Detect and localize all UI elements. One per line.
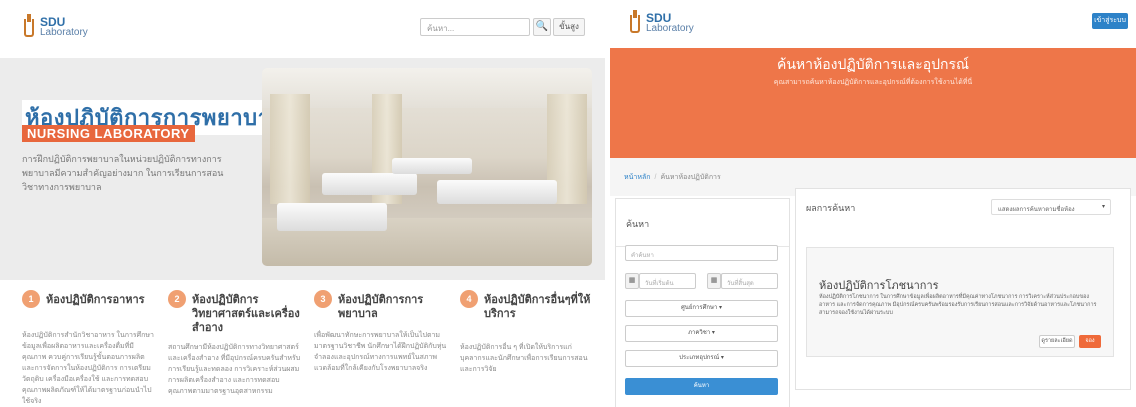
result-card[interactable]: ห้องปฏิบัติการโภชนาการ ห้องปฏิบัติการโภช…	[806, 247, 1114, 357]
search-panel-title: ค้นหา	[626, 219, 650, 229]
flask-icon	[22, 14, 36, 38]
site-header: SDU Laboratory ค้นหา... 🔍 ขั้นสูง	[0, 0, 605, 52]
sort-select[interactable]: แสดงผลการค้นหาตามชื่อห้อง ▾	[991, 199, 1111, 215]
feature-description: เพื่อพัฒนาทักษะการพยาบาลให้เป็นไปตามมาตร…	[314, 332, 447, 372]
feature-description: สถานศึกษามีห้องปฏิบัติการทางวิทยาศาสตร์แ…	[168, 344, 301, 395]
start-date-input[interactable]: วันที่เริ่มต้น	[639, 273, 696, 289]
feature-description: ห้องปฏิบัติการอื่น ๆ ที่เปิดให้บริการแก่…	[460, 344, 588, 373]
feature-number: 4	[460, 290, 478, 308]
feature-number: 1	[22, 290, 40, 308]
breadcrumb-current: ค้นหาห้องปฏิบัติการ	[660, 174, 721, 181]
hero-description: การฝึกปฏิบัติการพยาบาลในหน่วยปฏิบัติการท…	[22, 154, 224, 192]
sort-select-value: แสดงผลการค้นหาตามชื่อห้อง	[998, 207, 1075, 213]
search-button[interactable]: 🔍	[533, 18, 551, 36]
calendar-icon[interactable]: ▦	[625, 273, 639, 289]
home-page-panel: SDU Laboratory ค้นหา... 🔍 ขั้นสูง ห้องปฏ…	[0, 0, 605, 407]
result-card-description: ห้องปฏิบัติการโภชนาการ ในการศึกษาข้อมูลเ…	[819, 294, 1097, 316]
logo-subtitle: Laboratory	[40, 27, 88, 38]
breadcrumb: หน้าหลัก / ค้นหาห้องปฏิบัติการ	[624, 174, 721, 181]
education-center-dropdown[interactable]: ศูนย์การศึกษา ▾	[625, 300, 778, 317]
nursing-lab-photo	[262, 68, 592, 266]
keyword-input[interactable]: คำค้นหา	[625, 245, 778, 261]
banner-subtitle: คุณสามารถค้นหาห้องปฏิบัติการและอุปกรณ์ที…	[773, 79, 973, 86]
book-button[interactable]: จอง	[1079, 335, 1101, 348]
search-icon: 🔍	[535, 21, 549, 32]
search-input[interactable]: ค้นหา...	[420, 18, 530, 36]
feature-title: ห้องปฏิบัติการอาหาร	[46, 294, 145, 306]
logo-subtitle: Laboratory	[646, 23, 694, 34]
login-button[interactable]: เข้าสู่ระบบ	[1092, 13, 1128, 29]
search-submit-button[interactable]: ค้นหา	[625, 378, 778, 395]
sdu-logo[interactable]: SDU Laboratory	[22, 14, 88, 38]
end-date-input[interactable]: วันที่สิ้นสุด	[721, 273, 778, 289]
sdu-logo[interactable]: SDU Laboratory	[628, 10, 694, 34]
results-title: ผลการค้นหา	[806, 203, 856, 213]
result-card-title: ห้องปฏิบัติการโภชนาการ	[819, 280, 939, 292]
feature-number: 3	[314, 290, 332, 308]
feature-number: 2	[168, 290, 186, 308]
view-details-button[interactable]: ดูรายละเอียด	[1039, 335, 1075, 348]
banner-title: ค้นหาห้องปฏิบัติการและอุปกรณ์	[776, 56, 970, 72]
breadcrumb-home-link[interactable]: หน้าหลัก	[624, 174, 650, 181]
feature-title: ห้องปฏิบัติการวิทยาศาสตร์และเครื่องสำอาง	[192, 294, 300, 334]
calendar-icon[interactable]: ▦	[707, 273, 721, 289]
search-page-panel: SDU Laboratory เข้าสู่ระบบ ค้นหาห้องปฏิบ…	[610, 0, 1136, 407]
advanced-search-button[interactable]: ขั้นสูง	[553, 18, 585, 36]
flask-icon	[628, 10, 642, 34]
hero-subtitle: NURSING LABORATORY	[22, 125, 195, 142]
feature-description: ห้องปฏิบัติการสำนักวิชาอาหาร ในการศึกษาข…	[22, 332, 154, 405]
results-panel: ผลการค้นหา แสดงผลการค้นหาตามชื่อห้อง ▾ ห…	[795, 188, 1131, 390]
feature-title: ห้องปฏิบัติการอื่นๆที่ให้บริการ	[484, 294, 591, 320]
chevron-down-icon: ▾	[1101, 204, 1105, 210]
department-dropdown[interactable]: ภาควิชา ▾	[625, 325, 778, 342]
equipment-type-dropdown[interactable]: ประเภทอุปกรณ์ ▾	[625, 350, 778, 367]
feature-title: ห้องปฏิบัติการการพยาบาล	[338, 294, 424, 320]
